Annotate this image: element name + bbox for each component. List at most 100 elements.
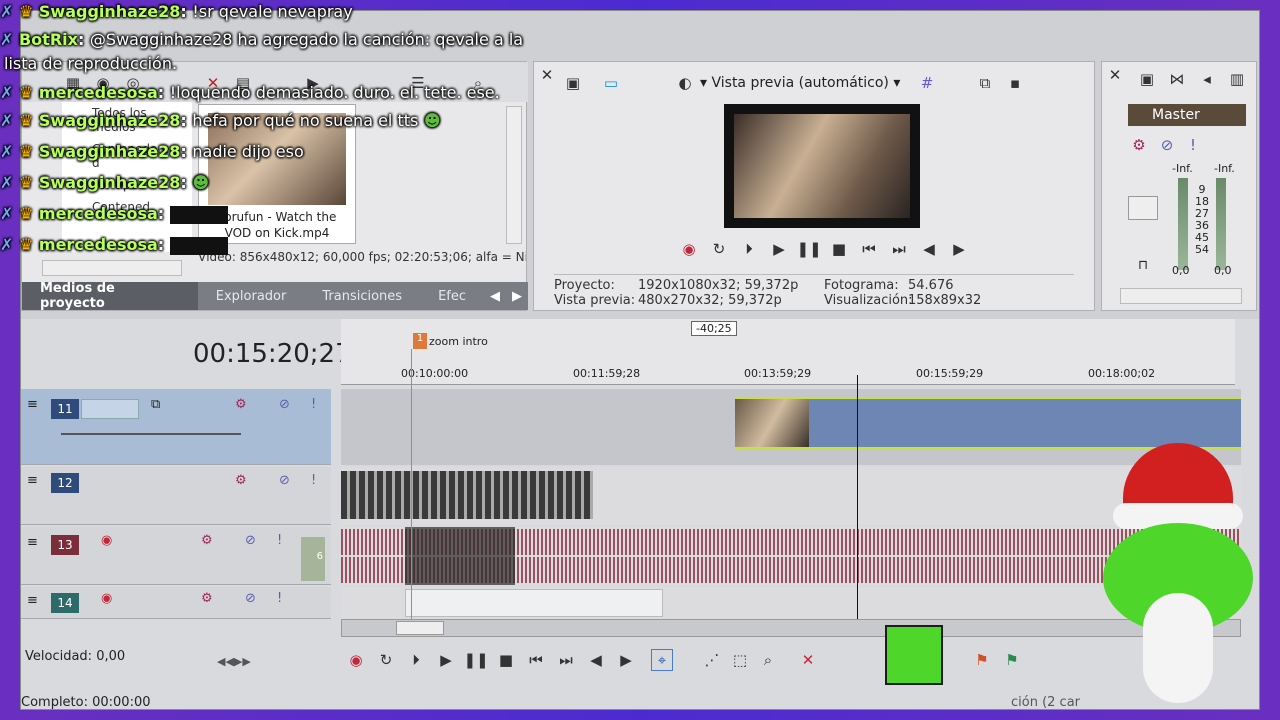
audio-event-clip[interactable]	[405, 589, 663, 617]
track-mute-icon[interactable]: ⊘	[245, 591, 256, 606]
close-icon[interactable]: ✕	[536, 64, 558, 86]
record-icon[interactable]: ◉	[678, 238, 700, 260]
track-motion-icon[interactable]: ⧉	[151, 397, 160, 412]
track-header-11[interactable]: ≡ 11 ⧉ ⚙ ⊘ !	[21, 389, 331, 465]
track-expand-icon[interactable]: ≡	[27, 473, 38, 488]
loop-icon[interactable]: ↻	[375, 649, 397, 671]
split-screen-icon[interactable]: ◐	[674, 72, 696, 94]
pause-icon[interactable]: ❚❚	[796, 238, 821, 260]
loop-icon[interactable]: ↻	[708, 238, 730, 260]
video-preview-panel: ✕ ▣ ▭ ◐ ▾ Vista previa (automático) ▾ # …	[533, 61, 1095, 311]
save-snapshot-icon[interactable]: ▪	[1004, 72, 1026, 94]
meter-scale: 9 18 27 36 45 54	[1192, 184, 1212, 256]
video-event-clip[interactable]	[341, 471, 593, 519]
sword-icon: ✗	[0, 173, 14, 192]
play-icon[interactable]: ▶	[768, 238, 790, 260]
mixer-properties-icon[interactable]: ▣	[1136, 68, 1158, 90]
track-fx-icon[interactable]: ⚙	[201, 591, 213, 606]
track-mute-icon[interactable]: ⊘	[279, 473, 290, 488]
marker-number: 1	[416, 333, 424, 344]
track-header-14[interactable]: ≡ 14 ◉ ⚙ ⊘ !	[21, 587, 331, 619]
dim-icon[interactable]: ◂	[1196, 68, 1218, 90]
region-insert-icon[interactable]: ⚑	[1001, 649, 1023, 671]
video-event-clip[interactable]	[735, 397, 1241, 449]
track-header-13[interactable]: ≡ 13 ◉ ⚙ ⊘ ! 6	[21, 527, 331, 585]
timeline-ruler[interactable]: 1 zoom intro -40;25 00:10:00:00 00:11:59…	[341, 319, 1235, 385]
track-fx-icon[interactable]: ⚙	[201, 533, 213, 548]
solo-icon[interactable]: !	[1182, 134, 1204, 156]
pause-icon[interactable]: ❚❚	[463, 649, 488, 671]
ruler-label: 00:13:59;29	[744, 367, 812, 380]
external-monitor-icon[interactable]: ▭	[600, 72, 622, 94]
grid-icon[interactable]: #	[916, 72, 938, 94]
track-mute-icon[interactable]: ⊘	[279, 397, 290, 412]
marker-insert-icon[interactable]: ⚑	[971, 649, 993, 671]
track-header-12[interactable]: ≡ 12 ⚙ ⊘ !	[21, 467, 331, 525]
stop-icon[interactable]: ■	[495, 649, 517, 671]
media-tabs: Medios de proyecto Explorador Transicion…	[22, 281, 528, 311]
play-from-start-icon[interactable]: ⏵	[738, 238, 760, 260]
track-expand-icon[interactable]: ≡	[27, 397, 38, 412]
stop-icon[interactable]: ■	[828, 238, 850, 260]
preview-mode-dropdown[interactable]: ▾ Vista previa (automático) ▾	[700, 75, 900, 91]
track-fx-icon[interactable]: ⚙	[235, 473, 247, 488]
audio-cut-region[interactable]	[405, 527, 515, 585]
mixer-scrollbar[interactable]	[1120, 288, 1242, 304]
close-icon[interactable]: ✕	[1104, 64, 1126, 86]
tab-project-media[interactable]: Medios de proyecto	[22, 281, 198, 311]
scroll-thumb[interactable]	[396, 621, 444, 635]
crown-icon: ♛	[18, 173, 34, 192]
go-to-start-icon[interactable]: ⏮	[525, 649, 547, 671]
track-expand-icon[interactable]: ≡	[27, 593, 38, 608]
go-to-end-icon[interactable]: ⏭	[555, 649, 577, 671]
emote-icon: ☻	[192, 173, 210, 192]
downmix-icon[interactable]: ⋈	[1166, 68, 1188, 90]
tab-scroll-left-icon[interactable]: ◀	[484, 289, 506, 304]
marker-flag[interactable]: 1	[413, 333, 427, 349]
preview-mode-label: Vista previa (automático)	[711, 75, 889, 91]
previous-frame-icon[interactable]: ◀	[918, 238, 940, 260]
meter-left	[1178, 178, 1188, 270]
tab-scroll-right-icon[interactable]: ▶	[506, 289, 528, 304]
track-name-field[interactable]	[81, 399, 139, 419]
mute-icon[interactable]: ⊘	[1156, 134, 1178, 156]
go-to-start-icon[interactable]: ⏮	[858, 238, 880, 260]
track-number: 11	[51, 399, 79, 419]
track-solo-icon[interactable]: !	[277, 591, 282, 606]
record-icon[interactable]: ◉	[345, 649, 367, 671]
previous-frame-icon[interactable]: ◀	[585, 649, 607, 671]
mixer-meters-icon[interactable]: ▥	[1226, 68, 1248, 90]
go-to-end-icon[interactable]: ⏭	[888, 238, 910, 260]
next-frame-icon[interactable]: ▶	[948, 238, 970, 260]
envelope-tool-icon[interactable]: ⋰	[701, 649, 723, 671]
media-scrollbar-horizontal[interactable]	[42, 260, 182, 276]
lock-icon[interactable]: ⊓	[1138, 258, 1148, 273]
copy-snapshot-icon[interactable]: ⧉	[974, 72, 996, 94]
track-expand-icon[interactable]: ≡	[27, 535, 38, 550]
tab-transitions[interactable]: Transiciones	[304, 282, 420, 310]
next-frame-icon[interactable]: ▶	[615, 649, 637, 671]
zoom-tool-icon[interactable]: ⌕	[757, 649, 779, 671]
arm-record-icon[interactable]: ◉	[101, 533, 112, 548]
play-icon[interactable]: ▶	[435, 649, 457, 671]
normal-edit-tool-icon[interactable]: ⌖	[651, 649, 673, 671]
selection-tool-icon[interactable]: ⬚	[729, 649, 751, 671]
track-solo-icon[interactable]: !	[277, 533, 282, 548]
fx-icon[interactable]: ⚙	[1128, 134, 1150, 156]
playhead[interactable]	[857, 375, 858, 619]
track-level-slider[interactable]	[61, 433, 241, 435]
master-title: Master	[1152, 107, 1200, 123]
preview-properties-icon[interactable]: ▣	[562, 72, 584, 94]
play-from-start-icon[interactable]: ⏵	[405, 649, 427, 671]
master-fader[interactable]	[1128, 196, 1158, 220]
delete-icon[interactable]: ✕	[797, 649, 819, 671]
tab-effects[interactable]: Efec	[420, 282, 484, 310]
track-solo-icon[interactable]: !	[311, 397, 316, 412]
arm-record-icon[interactable]: ◉	[101, 591, 112, 606]
track-solo-icon[interactable]: !	[311, 473, 316, 488]
track-fx-icon[interactable]: ⚙	[235, 397, 247, 412]
rate-slider[interactable]: ◀◀▶▶	[217, 655, 251, 668]
inf-right-label: -Inf.	[1214, 162, 1235, 175]
track-mute-icon[interactable]: ⊘	[245, 533, 256, 548]
tab-explorer[interactable]: Explorador	[198, 282, 305, 310]
